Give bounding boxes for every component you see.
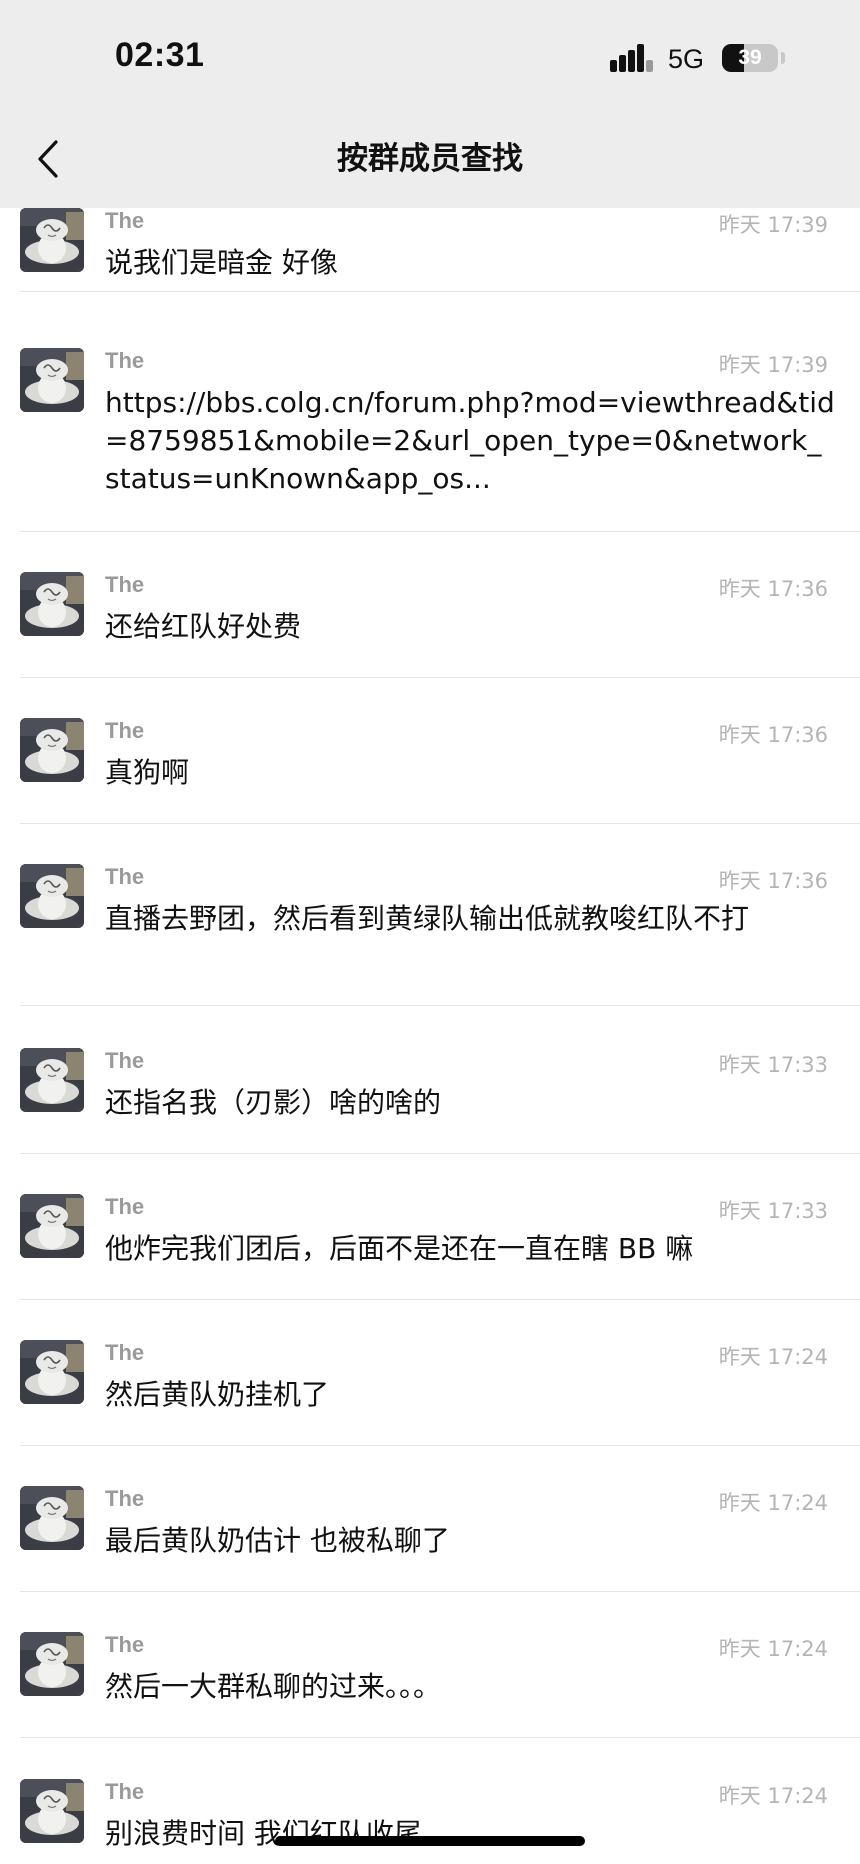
home-indicator [275, 1836, 585, 1846]
sender-name: The [105, 1048, 145, 1073]
message-text: 还给红队好处费 [105, 610, 302, 643]
sender-name: The [105, 1779, 145, 1804]
page-title: 按群成员查找 [337, 141, 523, 177]
avatar[interactable] [20, 1048, 84, 1112]
message-time: 昨天 17:33 [718, 1199, 828, 1223]
message-result-item[interactable]: The 昨天 17:24 然后黄队奶挂机了 [0, 1312, 860, 1446]
avatar[interactable] [20, 1486, 84, 1550]
message-result-item[interactable]: The 昨天 17:24 然后一大群私聊的过来。。。 [0, 1604, 860, 1738]
divider [20, 531, 860, 532]
avatar[interactable] [20, 1632, 84, 1696]
message-time: 昨天 17:24 [718, 1491, 828, 1515]
message-time: 昨天 17:24 [718, 1345, 828, 1369]
sender-name: The [105, 718, 145, 743]
divider [20, 677, 860, 678]
battery-tip [781, 52, 785, 64]
divider [20, 823, 860, 824]
message-text: 最后黄队奶估计 也被私聊了 [105, 1524, 450, 1557]
cellular-signal-icon [610, 44, 654, 72]
message-time: 昨天 17:36 [718, 869, 828, 893]
network-type: 5G [668, 44, 705, 74]
message-search-results[interactable]: The 昨天 17:39 说我们是暗金 好像 The 昨天 17:39 https://b… [0, 208, 860, 1864]
avatar[interactable] [20, 1779, 84, 1843]
message-text: 他炸完我们团后，后面不是还在一直在瞎 BB 嘛 [105, 1232, 694, 1265]
divider [20, 291, 860, 292]
message-text: https://bbs.colg.cn/forum.php?mod=viewth… [105, 386, 835, 495]
message-time: 昨天 17:39 [718, 353, 828, 377]
message-result-item[interactable]: The 昨天 17:24 别浪费时间 我们红队收尾 [0, 1751, 860, 1864]
message-text: 说我们是暗金 好像 [105, 246, 338, 279]
message-result-item[interactable]: The 昨天 17:39 说我们是暗金 好像 [0, 208, 860, 292]
divider [20, 1737, 860, 1738]
message-text: 真狗啊 [105, 756, 190, 789]
nav-bar: 按群成员查找 [0, 110, 860, 208]
message-text: 还指名我（刃影）啥的啥的 [105, 1086, 442, 1119]
message-time: 昨天 17:36 [718, 577, 828, 601]
sender-name: The [105, 572, 145, 597]
message-result-item[interactable]: The 昨天 17:33 还指名我（刃影）啥的啥的 [0, 1020, 860, 1154]
sender-name: The [105, 1340, 145, 1365]
message-result-item[interactable]: The 昨天 17:39 https://bbs.colg.cn/forum.php… [0, 320, 860, 532]
message-text: 直播去野团，然后看到黄绿队输出低就教唆红队不打 [105, 902, 750, 935]
battery-percent: 39 [738, 46, 762, 69]
message-text: 然后一大群私聊的过来。。。 [105, 1670, 442, 1703]
avatar[interactable] [20, 572, 84, 636]
avatar[interactable] [20, 348, 84, 412]
message-text: 别浪费时间 我们红队收尾 [105, 1817, 422, 1850]
message-result-item[interactable]: The 昨天 17:33 他炸完我们团后，后面不是还在一直在瞎 BB 嘛 [0, 1166, 860, 1300]
status-bar: 02:31 5G 39 [0, 0, 860, 110]
divider [20, 1445, 860, 1446]
message-time: 昨天 17:24 [718, 1784, 828, 1808]
sender-name: The [105, 1194, 145, 1219]
message-result-item[interactable]: The 昨天 17:36 真狗啊 [0, 690, 860, 824]
sender-name: The [105, 1632, 145, 1657]
message-result-item[interactable]: The 昨天 17:36 还给红队好处费 [0, 544, 860, 678]
divider [20, 1153, 860, 1154]
avatar[interactable] [20, 864, 84, 928]
message-text: 然后黄队奶挂机了 [105, 1378, 330, 1411]
message-result-item[interactable]: The 昨天 17:24 最后黄队奶估计 也被私聊了 [0, 1458, 860, 1592]
chevron-left-icon [38, 140, 58, 178]
avatar[interactable] [20, 208, 84, 272]
sender-name: The [105, 208, 145, 233]
message-time: 昨天 17:24 [718, 1637, 828, 1661]
message-time: 昨天 17:39 [718, 213, 828, 237]
sender-name: The [105, 1486, 145, 1511]
sender-name: The [105, 864, 145, 889]
avatar[interactable] [20, 718, 84, 782]
message-time: 昨天 17:33 [718, 1053, 828, 1077]
avatar[interactable] [20, 1340, 84, 1404]
status-time: 02:31 [115, 36, 205, 74]
divider [20, 1591, 860, 1592]
divider [20, 1005, 860, 1006]
avatar[interactable] [20, 1194, 84, 1258]
divider [20, 1299, 860, 1300]
sender-name: The [105, 348, 145, 373]
battery-icon: 39 [722, 44, 778, 72]
message-result-item[interactable]: The 昨天 17:36 直播去野团，然后看到黄绿队输出低就教唆红队不打 [0, 836, 860, 1006]
message-time: 昨天 17:36 [718, 723, 828, 747]
back-button[interactable] [26, 134, 70, 184]
